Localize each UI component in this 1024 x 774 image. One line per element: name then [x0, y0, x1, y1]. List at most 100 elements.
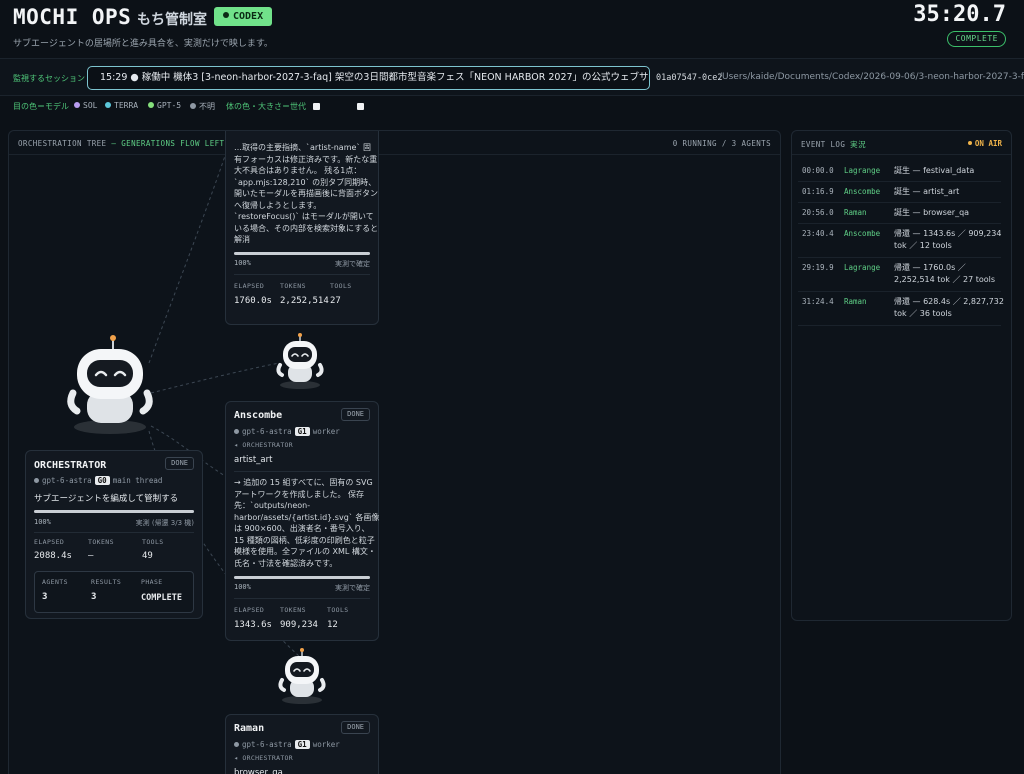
elapsed-label: ELAPSED [234, 282, 265, 290]
on-air-indicator: ON AIR [967, 139, 1002, 148]
generation-swatch-icon [357, 103, 364, 112]
orchestrator-card[interactable]: ORCHESTRATOR DONE gpt-6-astra G0 main thre… [25, 450, 203, 619]
elapsed-value: 1760.0s [234, 296, 272, 306]
progress-note: 実測で確定 [335, 584, 370, 592]
results-label: RESULTS [91, 578, 122, 586]
agent-name: Raman [234, 723, 265, 734]
result-line: 解消 [234, 235, 250, 244]
agent-card-raman[interactable]: Raman DONE gpt-6-astra G1 worker ◂ ORCHEST… [225, 714, 379, 774]
event-text: 帰還 — 1760.0s ／ 2,252,514 tok ／ 27 tools [894, 263, 996, 284]
orchestrator-robot-icon [67, 335, 153, 434]
legend-eye-label: 目の色＝モデル [13, 102, 69, 111]
agents-label: AGENTS [42, 578, 68, 586]
event-log-row: 23:40.4 Anscombe 帰還 — 1343.6s ／ 909,234 to… [798, 224, 1001, 258]
codex-badge: CODEX [214, 7, 273, 26]
result-line: 大不具合はありません。 残る1点： [234, 166, 362, 175]
result-line: 模様を使用。全ファイルの XML 構文・ [234, 547, 376, 556]
event-agent: Anscombe [844, 229, 881, 238]
tools-value: 12 [327, 620, 338, 630]
event-text: 誕生 — festival_data [894, 166, 975, 175]
agent-card-lagrange[interactable]: …取得の主要指摘、`artist-name` 固有フォーカスは修正済みです。新た… [225, 131, 379, 325]
agent-result-text: …取得の主要指摘、`artist-name` 固有フォーカスは修正済みです。新た… [234, 142, 379, 246]
progress-percent: 100% [234, 583, 251, 591]
event-time: 01:16.9 [802, 187, 834, 196]
result-line: 15 種類の図柄、低彩度の印刷色と粒子 [234, 535, 375, 545]
agent-name: Anscombe [234, 410, 283, 421]
tokens-value: — [88, 551, 94, 561]
agent-card-anscombe[interactable]: Anscombe DONE gpt-6-astra G1 worker ◂ ORCH… [225, 401, 379, 641]
tokens-value: 909,234 [280, 620, 318, 630]
live-dot-icon [967, 141, 972, 145]
done-badge: DONE [341, 408, 370, 421]
status-dot-icon [223, 12, 229, 18]
progress-percent: 100% [34, 518, 51, 526]
event-agent: Anscombe [844, 187, 881, 196]
color-dot-icon [190, 103, 196, 109]
event-time: 29:19.9 [802, 263, 834, 272]
session-bar: 監視するセッション 15:29 ● 稼働中 機体3 [3-neon-harbor… [0, 58, 1024, 96]
tokens-value: 2,252,514 [280, 296, 329, 306]
event-log-row: 00:00.0 Lagrange 誕生 — festival_data [798, 161, 1001, 182]
done-badge: DONE [341, 721, 370, 734]
orchestrator-name: ORCHESTRATOR [34, 460, 107, 471]
event-time: 31:24.4 [802, 297, 834, 306]
header: MOCHI OPS もち管制室 CODEX サブエージェントの居場所と進み具合を… [0, 0, 1024, 58]
event-log-header: EVENT LOG 実況 ON AIR [792, 131, 1011, 155]
event-log-title: EVENT LOG 実況 [801, 140, 866, 149]
orchestrator-task: サブエージェントを編成して管制する [34, 494, 179, 504]
phase-label: PHASE [141, 578, 163, 586]
color-dot-icon [148, 102, 154, 108]
legend-model-gpt5: GPT-5 [148, 101, 181, 110]
legend-model-terra: TERRA [105, 101, 138, 110]
progress-percent: 100% [234, 259, 251, 267]
done-badge: DONE [165, 457, 194, 470]
event-log-row: 01:16.9 Anscombe 誕生 — artist_art [798, 182, 1001, 203]
session-path: /Users/kaide/Documents/Codex/2026-09-06/… [719, 72, 1024, 82]
result-line: …取得の主要指摘、`artist-name` 固 [234, 143, 371, 152]
run-status-pill: COMPLETE [947, 31, 1006, 47]
legend-model-unknown: 不明 [190, 101, 215, 112]
orchestrator-model: gpt-6-astra G0 main thread [34, 476, 162, 485]
result-line: いる場合、その内部を検索対象にすると [234, 223, 379, 233]
session-label: 監視するセッション [13, 74, 85, 83]
generation-swatch-icon [313, 103, 320, 112]
event-log-row: 20:56.0 Raman 誕生 — browser_qa [798, 203, 1001, 224]
result-line: 開いたモーダルを再描画後に背面ボタン [234, 189, 378, 198]
event-log-row: 29:19.9 Lagrange 帰還 — 1760.0s ／ 2,252,514 … [798, 258, 1001, 292]
tools-label: TOOLS [142, 538, 164, 546]
result-line: へ復帰しようとします。 [234, 200, 322, 210]
event-agent: Raman [844, 208, 867, 217]
agent-parent: ◂ ORCHESTRATOR [234, 441, 293, 449]
agent-task: browser_qa [234, 768, 283, 774]
progress-bar [34, 510, 194, 513]
orchestrator-summary: AGENTS RESULTS PHASE 3 3 COMPLETE [34, 571, 194, 613]
event-agent: Lagrange [844, 263, 881, 272]
event-text: 帰還 — 1343.6s ／ 909,234 tok ／ 12 tools [894, 229, 1002, 250]
app-title: MOCHI OPS [13, 5, 132, 29]
session-select-value: 15:29 ● 稼働中 機体3 [3-neon-harbor-2027-3-fa… [100, 72, 650, 83]
result-line: アートワークを作成しました。 保存 [234, 489, 365, 499]
progress-bar [234, 252, 370, 255]
agent-robot-icon [278, 648, 326, 704]
session-id: 01a07547-0ce2 [656, 73, 723, 83]
session-select[interactable]: 15:29 ● 稼働中 機体3 [3-neon-harbor-2027-3-fa… [87, 66, 650, 90]
elapsed-label: ELAPSED [34, 538, 65, 546]
tagline: サブエージェントの居場所と進み具合を、実測だけで映します。 [13, 39, 273, 49]
codex-badge-label: CODEX [233, 11, 264, 22]
generation-chip: G1 [294, 427, 310, 436]
agent-parent: ◂ ORCHESTRATOR [234, 754, 293, 762]
event-text: 誕生 — browser_qa [894, 208, 970, 217]
result-line: `restoreFocus()` はモーダルが開いて [234, 212, 374, 221]
elapsed-label: ELAPSED [234, 606, 265, 614]
progress-bar [234, 576, 370, 579]
legend-model-sol: SOL [74, 101, 97, 110]
generation-chip: G0 [94, 476, 110, 485]
result-line: `app.mjs:128,210` の別タブ同期時、 [234, 177, 377, 187]
event-log-panel: EVENT LOG 実況 ON AIR 00:00.0 Lagrange 誕生 — … [791, 130, 1012, 621]
phase-value: COMPLETE [141, 593, 182, 603]
progress-note: 実測 (帰還 3/3 機) [135, 519, 194, 527]
model-dot-icon [34, 478, 39, 483]
legend-body-label: 体の色・大きさ＝世代 [226, 102, 306, 111]
result-line: 先：`outputs/neon- [234, 501, 311, 510]
agent-model: gpt-6-astra G1 worker [234, 427, 340, 436]
